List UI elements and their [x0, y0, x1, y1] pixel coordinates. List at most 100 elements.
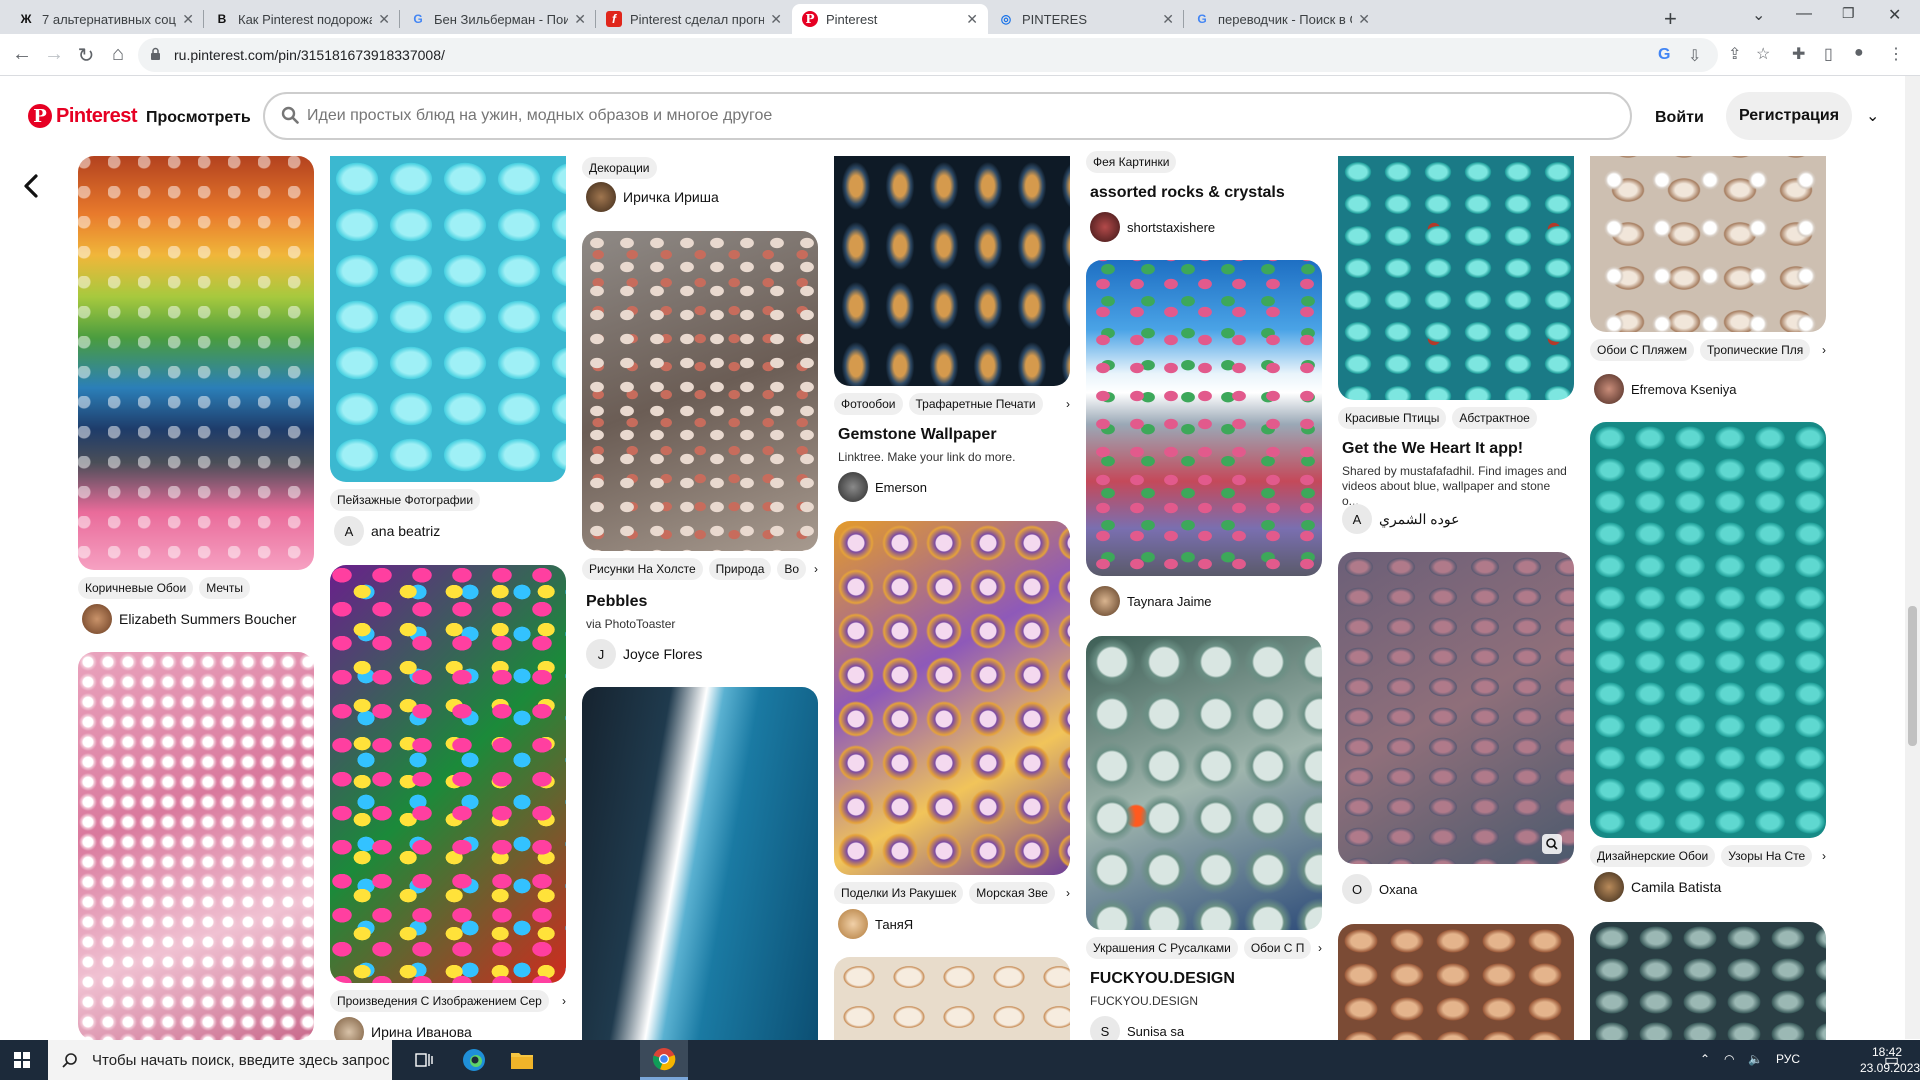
close-tab-icon[interactable]: ✕ — [182, 11, 194, 28]
profile-avatar-icon[interactable]: ● — [1854, 44, 1864, 62]
tag-chip[interactable]: Обои С Пляжем — [1590, 339, 1694, 361]
tags-next-chevron-icon[interactable]: › — [810, 562, 818, 576]
minimize-icon[interactable]: — — [1796, 5, 1812, 23]
browser-tab[interactable]: Ж 7 альтернативных соцсетей дл ✕ — [8, 4, 204, 34]
visual-search-icon[interactable] — [1542, 834, 1562, 854]
browser-tab[interactable]: ◎ PINTERES ✕ — [988, 4, 1184, 34]
tag-chip[interactable]: Декорации — [582, 157, 657, 179]
network-wifi-icon[interactable]: ◠ — [1724, 1052, 1734, 1066]
tag-chip[interactable]: Коричневые Обои — [78, 577, 194, 599]
new-tab-plus-icon[interactable]: + — [1664, 6, 1677, 32]
tag-chip[interactable]: Произведения С Изображением Сер — [330, 990, 549, 1012]
pin-author[interactable]: A ana beatriz — [334, 516, 440, 546]
pin-image[interactable] — [834, 156, 1070, 386]
browser-tab[interactable]: B Как Pinterest подорожал в 6 р ✕ — [204, 4, 400, 34]
pin-title[interactable]: Pebbles — [586, 593, 647, 611]
pin-image[interactable] — [78, 156, 314, 570]
tab-search-chevron-icon[interactable]: ⌄ — [1752, 5, 1765, 25]
address-bar[interactable]: ru.pinterest.com/pin/315181673918337008/… — [138, 38, 1718, 72]
pin-title[interactable]: FUCKYOU.DESIGN — [1090, 970, 1235, 988]
tag-chip[interactable]: Фотообои — [834, 393, 903, 415]
tag-chip[interactable]: Мечты — [199, 577, 250, 599]
tags-next-chevron-icon[interactable]: › — [1062, 886, 1070, 900]
notifications-icon[interactable]: ▭ — [1884, 1050, 1899, 1070]
tray-chevron-up-icon[interactable]: ⌃ — [1700, 1052, 1710, 1066]
pin-title[interactable]: assorted rocks & crystals — [1090, 184, 1285, 202]
close-tab-icon[interactable]: ✕ — [966, 11, 978, 28]
pin-author[interactable]: Efremova Kseniya — [1594, 374, 1737, 404]
pin-author[interactable]: ТаняЯ — [838, 909, 913, 939]
search-box[interactable] — [263, 92, 1632, 140]
pin-title[interactable]: Gemstone Wallpaper — [838, 426, 997, 444]
pin-image[interactable] — [330, 156, 566, 482]
pin-author[interactable]: A عوده الشمري — [1342, 504, 1459, 534]
tags-next-chevron-icon[interactable]: › — [1818, 343, 1826, 357]
taskbar-search[interactable]: Чтобы начать поиск, введите здесь запрос — [48, 1040, 392, 1080]
browser-tab[interactable]: G Бен Зильберман - Поиск в Goo ✕ — [400, 4, 596, 34]
more-chevron-down-icon[interactable]: ⌄ — [1866, 106, 1879, 126]
bookmark-star-icon[interactable]: ☆ — [1756, 44, 1770, 64]
tags-next-chevron-icon[interactable]: › — [1818, 849, 1826, 863]
search-input[interactable] — [307, 104, 1507, 128]
tag-chip[interactable]: Фея Картинки — [1086, 151, 1177, 173]
pin-image[interactable] — [834, 957, 1070, 1040]
pin-author[interactable]: Elizabeth Summers Boucher — [82, 604, 296, 634]
pin-image[interactable] — [1590, 422, 1826, 838]
pin-image[interactable] — [1086, 636, 1322, 930]
pin-image[interactable] — [582, 231, 818, 551]
reload-icon[interactable]: ↻ — [74, 43, 98, 68]
keyboard-language[interactable]: РУС — [1776, 1052, 1800, 1066]
browser-tab-active[interactable]: P Pinterest ✕ — [792, 4, 988, 34]
tag-chip[interactable]: Природа — [708, 558, 772, 580]
tag-chip[interactable]: Абстрактное — [1452, 407, 1537, 429]
task-view-icon[interactable] — [400, 1040, 448, 1080]
tag-chip[interactable]: Дизайнерские Обои — [1590, 845, 1716, 867]
install-app-icon[interactable]: ⇩ — [1688, 46, 1701, 66]
tag-chip[interactable]: Во — [777, 558, 807, 580]
side-panel-icon[interactable]: ▯ — [1824, 44, 1833, 64]
pin-author[interactable]: Иричка Ириша — [586, 182, 719, 212]
tag-chip[interactable]: Тропические Пля — [1700, 339, 1811, 361]
tag-chip[interactable]: Поделки Из Ракушек — [834, 882, 964, 904]
pin-author[interactable]: Taynara Jaime — [1090, 586, 1212, 616]
pin-image[interactable] — [1590, 922, 1826, 1040]
chrome-menu-icon[interactable]: ⋮ — [1888, 44, 1904, 64]
window-close-icon[interactable]: ✕ — [1888, 5, 1901, 25]
share-icon[interactable]: ⇪ — [1728, 44, 1741, 64]
pin-image[interactable] — [582, 687, 818, 1040]
close-tab-icon[interactable]: ✕ — [574, 11, 586, 28]
pin-author[interactable]: J Joyce Flores — [586, 639, 702, 669]
windows-start-icon[interactable] — [14, 1052, 30, 1068]
pin-author[interactable]: Camila Batista — [1594, 872, 1721, 902]
signup-button[interactable]: Регистрация — [1726, 92, 1852, 140]
tag-chip[interactable]: Красивые Птицы — [1338, 407, 1447, 429]
google-lens-icon[interactable]: G — [1658, 46, 1670, 64]
volume-icon[interactable]: 🔈 — [1748, 1052, 1763, 1066]
restore-icon[interactable]: ❐ — [1842, 5, 1855, 22]
tags-next-chevron-icon[interactable]: › — [1314, 941, 1322, 955]
tag-chip[interactable]: Украшения С Русалками — [1086, 937, 1238, 959]
back-arrow-icon[interactable]: ← — [10, 43, 34, 66]
tag-chip[interactable]: Пейзажные Фотографии — [330, 489, 481, 511]
login-button[interactable]: Войти — [1655, 109, 1704, 127]
tag-chip[interactable]: Узоры На Сте — [1721, 845, 1813, 867]
forward-arrow-icon[interactable]: → — [42, 43, 66, 66]
pin-image[interactable] — [1590, 156, 1826, 332]
page-scrollbar[interactable] — [1905, 76, 1920, 1039]
pin-image[interactable] — [1338, 552, 1574, 864]
pin-author[interactable]: shortstaxishere — [1090, 212, 1215, 242]
tags-next-chevron-icon[interactable]: › — [1062, 397, 1070, 411]
pin-author[interactable]: O Oxana — [1342, 874, 1417, 904]
extensions-puzzle-icon[interactable]: ✚ — [1792, 44, 1805, 64]
tag-chip[interactable]: Морская Зве — [969, 882, 1055, 904]
pin-author[interactable]: Emerson — [838, 472, 927, 502]
home-icon[interactable]: ⌂ — [106, 43, 130, 66]
close-tab-icon[interactable]: ✕ — [1162, 11, 1174, 28]
pin-image[interactable] — [834, 521, 1070, 875]
pin-image[interactable] — [330, 565, 566, 983]
pinterest-logo[interactable]: P Pinterest — [28, 104, 138, 128]
pin-image[interactable] — [1338, 156, 1574, 400]
browser-tab[interactable]: G переводчик - Поиск в Google ✕ — [1184, 4, 1380, 34]
browser-tab[interactable]: f Pinterest сделал прогноз осно ✕ — [596, 4, 792, 34]
tags-next-chevron-icon[interactable]: › — [558, 994, 566, 1008]
